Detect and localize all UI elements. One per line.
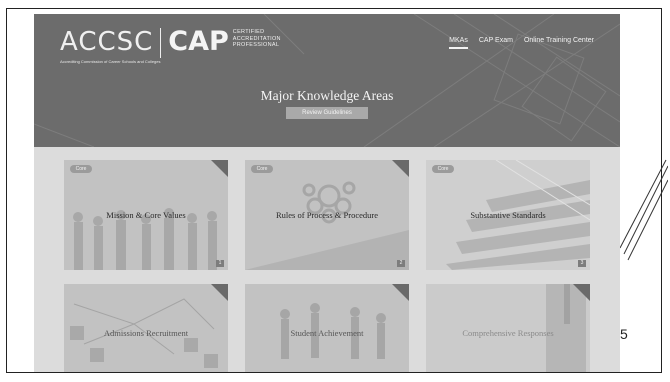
- page-title: Major Knowledge Areas: [260, 88, 394, 103]
- card-corner-fold: [392, 160, 409, 177]
- nav-item-cap-exam[interactable]: CAP Exam: [479, 37, 513, 49]
- nav-item-online-training-center[interactable]: Online Training Center: [524, 37, 594, 49]
- card-title: Rules of Process & Procedure: [276, 210, 378, 220]
- website-screenshot: ACCSC Accrediting Commission of Career S…: [34, 14, 620, 372]
- cap-tagline-line: PROFESSIONAL: [232, 42, 280, 48]
- card-corner-fold: [392, 284, 409, 301]
- card-mission-core-values[interactable]: Core Mission & Core Values 1: [64, 160, 228, 270]
- review-guidelines-button[interactable]: Review Guidelines: [286, 107, 368, 119]
- core-badge: Core: [70, 165, 92, 173]
- core-badge: Core: [251, 165, 273, 173]
- cap-logo-tagline: CERTIFIED ACCREDITATION PROFESSIONAL: [233, 29, 281, 49]
- card-number: 2: [397, 260, 405, 267]
- accsc-logo-text: ACCSC: [60, 27, 154, 57]
- card-title: Mission & Core Values: [106, 210, 186, 220]
- card-admissions-recruitment[interactable]: Admissions Recruitment: [64, 284, 228, 372]
- card-corner-fold: [211, 160, 228, 177]
- card-comprehensive-responses[interactable]: Comprehensive Responses: [426, 284, 590, 372]
- card-corner-fold: [573, 284, 590, 301]
- cap-logo-text: CAP: [168, 26, 229, 57]
- card-number: 3: [578, 260, 586, 267]
- header-banner: ACCSC Accrediting Commission of Career S…: [34, 14, 620, 147]
- card-title: Admissions Recruitment: [103, 328, 189, 338]
- slide-decoration-lines: [620, 159, 668, 261]
- card-title: Student Achievement: [290, 328, 364, 338]
- accsc-cap-logo[interactable]: ACCSC Accrediting Commission of Career S…: [60, 26, 281, 65]
- slide-page-number: 5: [620, 326, 628, 342]
- card-number: 1: [216, 260, 224, 267]
- logo-divider: [160, 28, 162, 58]
- top-nav: MKAs CAP Exam Online Training Center: [449, 37, 594, 49]
- card-corner-fold: [211, 284, 228, 301]
- card-substantive-standards[interactable]: Core Substantive Standards 3: [426, 160, 590, 270]
- accsc-logo-subtitle: Accrediting Commission of Career Schools…: [60, 59, 161, 64]
- card-student-achievement[interactable]: Student Achievement: [245, 284, 409, 372]
- core-badge: Core: [432, 165, 454, 173]
- card-rules-of-process-procedure[interactable]: Core Rules of Process & Procedure 2: [245, 160, 409, 270]
- nav-item-mkas[interactable]: MKAs: [449, 37, 468, 49]
- card-title: Comprehensive Responses: [462, 328, 554, 338]
- card-title: Substantive Standards: [470, 210, 546, 220]
